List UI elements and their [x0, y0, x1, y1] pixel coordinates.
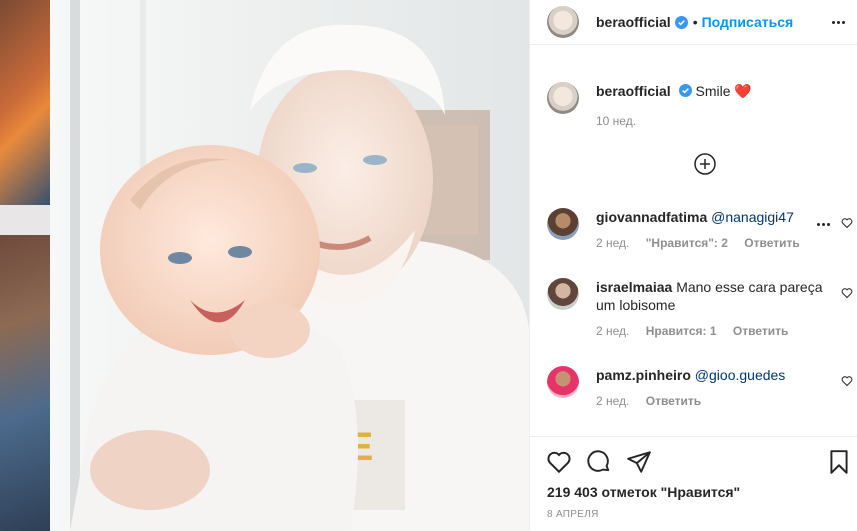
background-divider — [0, 205, 50, 235]
caption-text: Smile ❤️ — [695, 83, 752, 99]
comment-bubble-icon[interactable] — [586, 449, 612, 475]
comment-mention[interactable]: @nanagigi47 — [711, 209, 794, 225]
comment-username[interactable]: pamz.pinheiro — [596, 367, 691, 383]
plus-circle-icon[interactable] — [694, 153, 716, 175]
comment-avatar[interactable] — [547, 278, 579, 310]
comment-mention[interactable]: @gioo.guedes — [695, 367, 786, 383]
heart-icon[interactable] — [841, 287, 853, 299]
verified-badge-icon — [674, 15, 688, 29]
comment-username[interactable]: israelmaiaa — [596, 279, 672, 295]
caption: beraofficial Smile ❤️ 10 нед. — [547, 82, 847, 130]
verified-badge-icon — [678, 84, 692, 97]
comment-avatar[interactable] — [547, 208, 579, 240]
author-username[interactable]: beraofficial — [596, 14, 671, 30]
reply-button[interactable]: Ответить — [733, 324, 788, 338]
comment-likes[interactable]: Нравится: 1 — [646, 324, 717, 338]
comment-item: israelmaiaa Mano esse cara pareça um lob… — [547, 278, 853, 340]
likes-count[interactable]: 219 403 отметок "Нравится" — [547, 484, 740, 500]
reply-button[interactable]: Ответить — [744, 236, 799, 250]
background-photo-bottom — [0, 235, 50, 531]
post-header: beraofficial • Подписаться — [530, 0, 857, 45]
background-photo-top — [0, 0, 50, 205]
bookmark-icon[interactable] — [826, 449, 852, 475]
follow-button[interactable]: Подписаться — [702, 14, 794, 30]
post-date[interactable]: 8 АПРЕЛЯ — [547, 509, 599, 520]
comment-item: pamz.pinheiro @gioo.guedes 2 нед. Ответи… — [547, 366, 853, 410]
separator-dot: • — [692, 14, 698, 30]
avatar[interactable] — [547, 6, 579, 38]
heart-icon[interactable] — [546, 449, 572, 475]
paper-plane-icon[interactable] — [626, 449, 652, 475]
post-actions: 219 403 отметок "Нравится" 8 АПРЕЛЯ — [530, 436, 857, 531]
post-photo[interactable]: PE — [50, 0, 529, 531]
comment-more-icon[interactable] — [817, 219, 833, 229]
post-side-panel: beraofficial • Подписаться beraofficial — [529, 0, 857, 531]
comment-time: 2 нед. — [596, 394, 630, 408]
comment-time: 2 нед. — [596, 324, 630, 338]
comment-avatar[interactable] — [547, 366, 579, 398]
post-photo-illustration: PE — [50, 0, 529, 531]
heart-icon[interactable] — [841, 217, 853, 229]
comments-section: beraofficial Smile ❤️ 10 нед. giovannadf… — [530, 45, 857, 436]
heart-icon[interactable] — [841, 375, 853, 387]
comment-time: 2 нед. — [596, 236, 630, 250]
caption-avatar[interactable] — [547, 82, 579, 114]
caption-time: 10 нед. — [596, 114, 637, 128]
comment-item: giovannadfatima @nanagigi47 2 нед. "Нрав… — [547, 208, 853, 252]
comment-username[interactable]: giovannadfatima — [596, 209, 707, 225]
more-options-icon[interactable] — [827, 11, 849, 33]
reply-button[interactable]: Ответить — [646, 394, 701, 408]
caption-username[interactable]: beraofficial — [596, 83, 671, 99]
comment-likes[interactable]: "Нравится": 2 — [646, 236, 728, 250]
background-feed — [0, 0, 50, 531]
